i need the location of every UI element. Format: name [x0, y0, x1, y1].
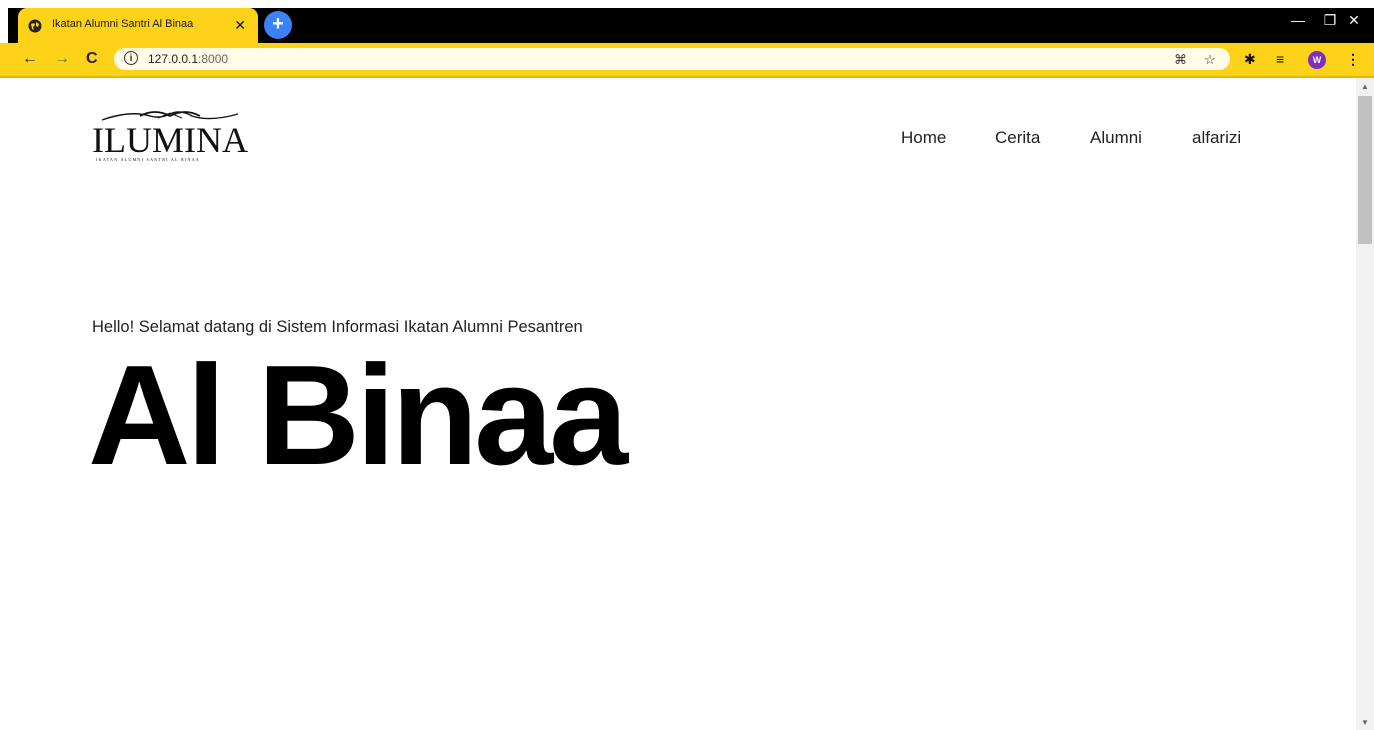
menu-kebab-icon[interactable]: ⋮: [1346, 51, 1360, 68]
hero-title: Al Binaa: [88, 336, 628, 495]
scroll-down-icon[interactable]: ▼: [1361, 718, 1369, 727]
scroll-up-icon[interactable]: ▲: [1361, 82, 1369, 91]
new-tab-button[interactable]: +: [264, 11, 292, 39]
reload-icon[interactable]: C: [86, 51, 98, 67]
translate-icon[interactable]: ⌘: [1174, 52, 1187, 68]
browser-tab-active[interactable]: Ikatan Alumni Santri Al Binaa ✕: [18, 8, 258, 43]
scroll-thumb[interactable]: [1358, 96, 1372, 244]
logo-wordmark: ILUMINA: [92, 120, 248, 160]
page-scrollbar[interactable]: ▲ ▼: [1356, 78, 1374, 730]
site-info-icon[interactable]: i: [124, 51, 138, 65]
reading-list-icon[interactable]: ≡: [1276, 51, 1284, 67]
address-bar[interactable]: i 127.0.0.1:8000 ⌘ ☆: [114, 48, 1230, 70]
nav-alumni[interactable]: Alumni: [1090, 128, 1142, 148]
nav-home[interactable]: Home: [901, 128, 946, 148]
tab-close-icon[interactable]: ✕: [234, 17, 246, 33]
restore-icon[interactable]: ❐: [1320, 12, 1340, 28]
logo-subtitle: IKATAN ALUMNI SANTRI AL BINAA: [96, 157, 201, 162]
welcome-text: Hello! Selamat datang di Sistem Informas…: [92, 318, 583, 336]
close-window-icon[interactable]: ✕: [1344, 12, 1364, 28]
tab-title: Ikatan Alumni Santri Al Binaa: [52, 18, 194, 30]
site-logo[interactable]: ILUMINA IKATAN ALUMNI SANTRI AL BINAA: [92, 108, 252, 164]
url-host: 127.0.0.1: [148, 52, 199, 66]
minimize-icon[interactable]: —: [1288, 12, 1308, 28]
url-text[interactable]: 127.0.0.1:8000: [148, 52, 228, 66]
page-viewport: ILUMINA IKATAN ALUMNI SANTRI AL BINAA Ho…: [0, 78, 1356, 730]
back-icon[interactable]: ←: [22, 51, 38, 67]
url-port: :8000: [198, 52, 229, 66]
browser-toolbar: ← → C i 127.0.0.1:8000 ⌘ ☆ ✱ ≡ W ⋮: [0, 43, 1374, 78]
nav-user-alfarizi[interactable]: alfarizi: [1192, 128, 1241, 148]
globe-icon: [28, 19, 42, 33]
profile-avatar[interactable]: W: [1308, 51, 1326, 69]
bookmark-star-icon[interactable]: ☆: [1204, 52, 1216, 68]
browser-tab-bar: Ikatan Alumni Santri Al Binaa ✕ + — ❐ ✕: [0, 0, 1374, 43]
nav-cerita[interactable]: Cerita: [995, 128, 1040, 148]
forward-icon[interactable]: →: [54, 51, 70, 67]
extensions-puzzle-icon[interactable]: ✱: [1244, 51, 1256, 68]
